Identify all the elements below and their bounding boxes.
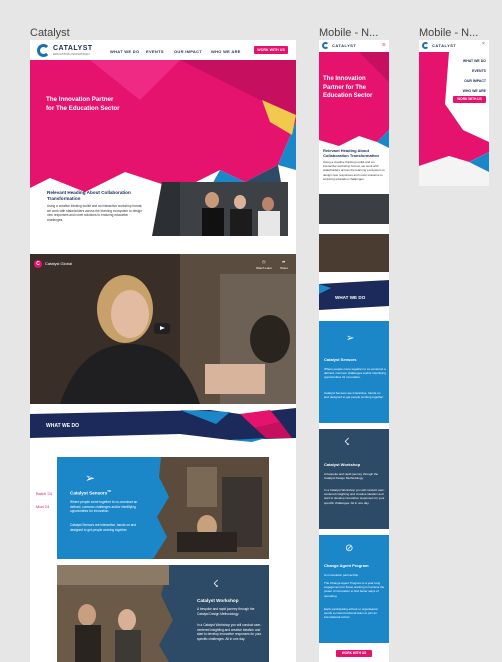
mobile-workshop-body-2: In a Catalyst Workshop you will conduct … (324, 488, 385, 505)
sensors-card[interactable]: ➢ Catalyst SensorsTM Where people come t… (57, 457, 269, 559)
mobile-hero-graphic (319, 52, 389, 148)
what-we-do-title: WHAT WE DO (46, 423, 79, 429)
menu-brand-name: CATALYST (432, 43, 457, 48)
menu-item-our-impact[interactable]: OUR IMPACT (463, 76, 486, 86)
work-with-us-button[interactable]: WORK WITH US (254, 46, 288, 54)
play-button[interactable] (154, 323, 170, 334)
video-channel-name[interactable]: Catalyst Global (45, 261, 72, 266)
mobile-frame-label-2[interactable]: Mobile - N... (419, 27, 478, 39)
sensors-title: Catalyst SensorsTM (70, 490, 111, 496)
mobile-team-photo (319, 194, 389, 224)
mobile-logo-icon (322, 42, 329, 49)
workshop-title: Catalyst Workshop (197, 598, 239, 603)
mobile-sensors-icon: ➢ (346, 333, 355, 344)
mobile-sensors-body-2: Catalyst Sensors are interactive, hands … (324, 391, 384, 400)
date-label-first: Batch 24 (36, 491, 52, 496)
mobile-relevant-body: Using a creative thinking toolkit and an… (323, 160, 385, 181)
workshop-intro: A bespoke and rapid journey through the … (197, 607, 255, 616)
mobile-frame-1: CATALYST ☰ The Innovation Partner for Th… (319, 40, 389, 662)
mobile-agent-card[interactable]: ⊘ Change Agent Program An innovation par… (319, 535, 389, 643)
video-player[interactable]: C Catalyst Global ◷ Watch Later ➦ Share (30, 254, 296, 404)
brand-logo[interactable]: CATALYST EDUCATION INNOVATION (37, 44, 93, 57)
menu-item-what-we-do[interactable]: WHAT WE DO (463, 56, 486, 66)
menu-brand-logo[interactable]: CATALYST (422, 42, 456, 49)
mobile-sensors-body-1: Where people come together to co-constru… (324, 367, 386, 380)
mobile-agent-icon: ⊘ (345, 543, 354, 554)
mobile-agent-body-2: Each participating school or organisatio… (324, 607, 379, 620)
relevant-heading: Relevant Heading About Collaboration Tra… (47, 190, 131, 201)
date-label-second: Mod 24 (36, 504, 50, 509)
sensors-icon: ➢ (85, 471, 96, 485)
play-icon (160, 326, 165, 330)
mobile-workshop-card[interactable]: ☇ Catalyst Workshop A bespoke and rapid … (319, 429, 389, 529)
mobile-brand-logo[interactable]: CATALYST (322, 42, 356, 49)
channel-avatar[interactable]: C (34, 260, 42, 268)
mobile-what-we-do-title: WHAT WE DO (335, 295, 366, 300)
workshop-body: In a Catalyst Workshop you will conduct … (197, 623, 262, 641)
mobile-workshop-title: Catalyst Workshop (324, 462, 361, 467)
workshop-card[interactable]: ☇ Catalyst Workshop A bespoke and rapid … (57, 565, 269, 662)
team-photo (152, 182, 288, 236)
mobile-workshop-body-1: A bespoke and rapid journey through the … (324, 472, 379, 481)
mobile-agent-title: Change Agent Program (324, 563, 369, 568)
desktop-frame-label[interactable]: Catalyst (30, 27, 70, 39)
mobile-nav-menu: WHAT WE DO EVENTS OUR IMPACT WHO WE ARE (463, 56, 486, 96)
menu-item-who-we-are[interactable]: WHO WE ARE (463, 86, 486, 96)
menu-item-events[interactable]: EVENTS (463, 66, 486, 76)
mobile-menu-icon[interactable]: ☰ (382, 42, 386, 47)
mobile-agent-intro: An innovation partnership. (324, 573, 359, 577)
menu-work-with-us-button[interactable]: WORK WITH US (453, 96, 486, 103)
mobile-frame-label-1[interactable]: Mobile - N... (319, 27, 378, 39)
menu-logo-icon (422, 42, 429, 49)
close-icon[interactable]: × (482, 41, 485, 47)
watch-later-label[interactable]: Watch Later (256, 266, 272, 270)
nav-what-we-do[interactable]: WHAT WE DO (110, 49, 139, 54)
mobile-workshop-icon: ☇ (344, 437, 350, 448)
mobile-hero-title: The Innovation Partner for The Education… (323, 76, 373, 99)
sensors-body-1: Where people come together to co-constru… (70, 500, 138, 513)
mobile-video-thumb[interactable] (319, 234, 389, 272)
hero-title: The Innovation Partner for The Education… (46, 96, 120, 112)
nav-events[interactable]: EVENTS (146, 49, 164, 54)
catalyst-logo-icon (37, 44, 50, 57)
mobile-frame-2: CATALYST × WHAT WE DO EVENTS OUR IMPACT … (419, 40, 489, 186)
mobile-work-with-us-button[interactable]: WORK WITH US (336, 650, 372, 657)
mobile-brand-name: CATALYST (332, 43, 357, 48)
brand-tagline: EDUCATION INNOVATION (53, 52, 90, 56)
desktop-frame: CATALYST EDUCATION INNOVATION WHAT WE DO… (30, 40, 296, 662)
mobile-sensors-card[interactable]: ➢ Catalyst Sensors Where people come tog… (319, 321, 389, 423)
share-label[interactable]: Share (280, 266, 288, 270)
brand-name: CATALYST (53, 45, 93, 52)
mobile-relevant-heading: Relevant Heading About Collaboration Tra… (323, 148, 380, 158)
share-icon[interactable]: ➦ (282, 259, 285, 264)
mobile-agent-body-1: The Change Agent Program is a year long … (324, 581, 385, 598)
relevant-body: Using a creative thinking toolkit and an… (47, 204, 143, 222)
nav-who-we-are[interactable]: WHO WE ARE (211, 49, 241, 54)
sensors-body-2: Catalyst Sensors are interactive, hands … (70, 523, 137, 532)
workshop-icon: ☇ (213, 579, 219, 590)
mobile-sensors-title: Catalyst Sensors (324, 357, 357, 362)
nav-our-impact[interactable]: OUR IMPACT (174, 49, 202, 54)
clock-icon[interactable]: ◷ (262, 259, 266, 264)
